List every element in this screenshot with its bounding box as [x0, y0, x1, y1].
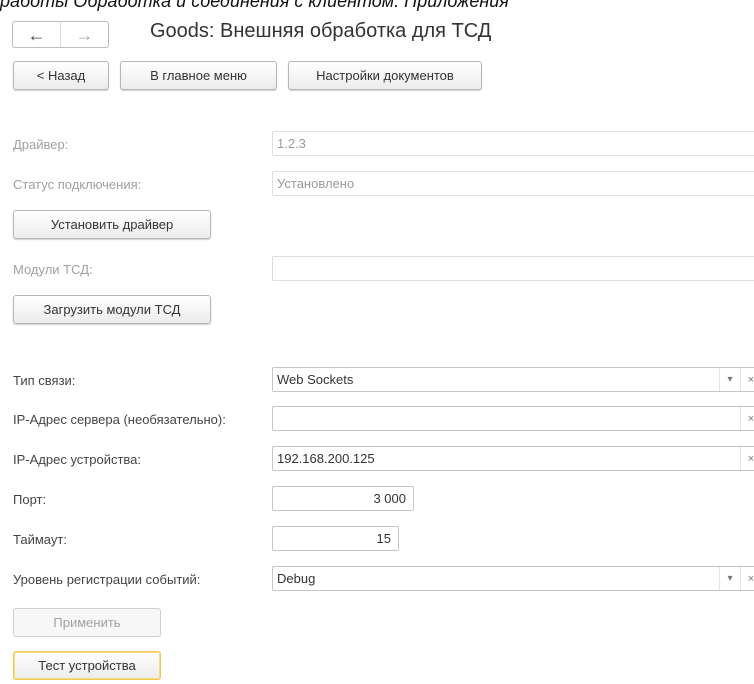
log-level-label: Уровень регистрации событий:	[13, 572, 201, 587]
cut-caption-text: работы Обработка и соединения с клиентом…	[0, 0, 509, 11]
back-arrow-icon[interactable]: ←	[13, 22, 60, 47]
apply-button[interactable]: Применить	[13, 608, 161, 637]
cut-caption: работы Обработка и соединения с клиентом…	[0, 0, 754, 14]
port-label: Порт:	[13, 492, 47, 507]
back-button[interactable]: < Назад	[13, 61, 109, 90]
connection-status-value: Установлено	[277, 176, 355, 191]
tsd-modules-field	[272, 256, 754, 281]
dropdown-icon[interactable]: ▾	[719, 567, 740, 590]
load-tsd-modules-button[interactable]: Загрузить модули ТСД	[13, 295, 211, 324]
device-ip-value: 192.168.200.125	[277, 451, 375, 466]
server-ip-input[interactable]: ×	[272, 406, 754, 431]
clear-icon[interactable]: ×	[740, 447, 754, 470]
link-type-select[interactable]: Web Sockets ▾ ×	[272, 367, 754, 392]
log-level-select[interactable]: Debug ▾ ×	[272, 566, 754, 591]
window-title: Goods: Внешняя обработка для ТСД	[150, 20, 492, 42]
timeout-value: 15	[376, 531, 391, 546]
history-nav: ← →	[12, 21, 109, 48]
main-menu-button[interactable]: В главное меню	[120, 61, 277, 90]
device-ip-input[interactable]: 192.168.200.125 ×	[272, 446, 754, 471]
clear-icon[interactable]: ×	[740, 567, 754, 590]
document-settings-button[interactable]: Настройки документов	[288, 61, 482, 90]
link-type-value: Web Sockets	[277, 372, 354, 387]
link-type-label: Тип связи:	[13, 373, 76, 388]
connection-status-label: Статус подключения:	[13, 177, 142, 192]
tsd-modules-label: Модули ТСД:	[13, 262, 93, 277]
server-ip-label: IP-Адрес сервера (необязательно):	[13, 412, 226, 427]
connection-status-field: Установлено	[272, 171, 754, 196]
clear-icon[interactable]: ×	[740, 368, 754, 391]
dropdown-icon[interactable]: ▾	[719, 368, 740, 391]
port-value: 3 000	[373, 491, 406, 506]
driver-field: 1.2.3	[272, 131, 754, 156]
clear-icon[interactable]: ×	[740, 407, 754, 430]
driver-label: Драйвер:	[13, 137, 69, 152]
log-level-value: Debug	[277, 571, 316, 586]
forward-arrow-icon[interactable]: →	[60, 22, 108, 47]
timeout-label: Таймаут:	[13, 532, 67, 547]
driver-value: 1.2.3	[277, 136, 306, 151]
install-driver-button[interactable]: Установить драйвер	[13, 210, 211, 239]
port-input[interactable]: 3 000	[272, 486, 414, 511]
device-ip-label: IP-Адрес устройства:	[13, 452, 142, 467]
test-device-button[interactable]: Тест устройства	[13, 651, 161, 680]
timeout-input[interactable]: 15	[272, 526, 399, 551]
